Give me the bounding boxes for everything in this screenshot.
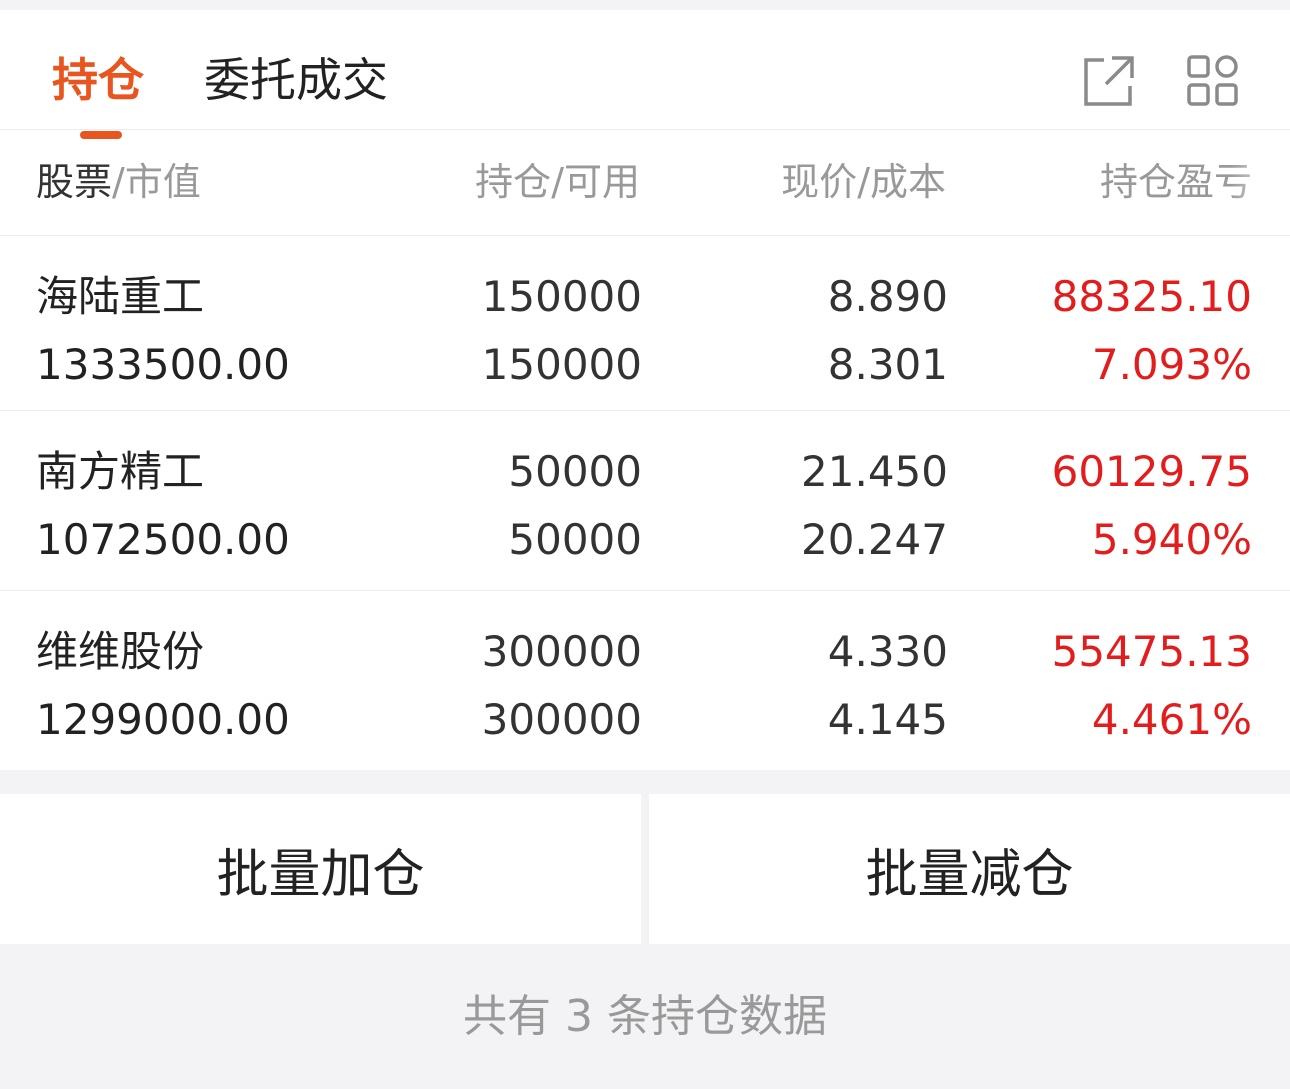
- market-value: 1072500.00: [36, 515, 290, 564]
- profit-loss-pct: 5.940%: [1091, 515, 1252, 564]
- column-price-sub: /成本: [857, 160, 946, 204]
- position-qty: 50000: [508, 447, 642, 496]
- current-price: 4.330: [827, 627, 948, 676]
- column-stock-sub: /市值: [112, 160, 201, 204]
- available-qty: 300000: [481, 695, 642, 744]
- top-strip: [0, 0, 1290, 10]
- column-position[interactable]: 持仓/可用: [475, 157, 640, 207]
- stock-name: 海陆重工: [36, 272, 205, 321]
- batch-add-button[interactable]: 批量加仓: [0, 794, 641, 944]
- profit-loss-pct: 4.461%: [1091, 695, 1252, 744]
- market-value: 1299000.00: [36, 695, 290, 744]
- available-qty: 150000: [481, 340, 642, 389]
- column-position-sub: /可用: [551, 160, 640, 204]
- profit-loss: 55475.13: [1051, 627, 1252, 676]
- available-qty: 50000: [508, 515, 642, 564]
- column-stock[interactable]: 股票/市值: [36, 157, 201, 207]
- holding-row[interactable]: 南方精工 1072500.00 50000 50000 21.450 20.24…: [0, 410, 1290, 590]
- column-header: 股票/市值 持仓/可用 现价/成本 持仓盈亏: [0, 130, 1290, 235]
- column-stock-label: 股票: [36, 160, 113, 204]
- market-value: 1333500.00: [36, 340, 290, 389]
- tab-holdings[interactable]: 持仓: [52, 50, 144, 110]
- column-price[interactable]: 现价/成本: [781, 157, 946, 207]
- current-price: 21.450: [801, 447, 948, 496]
- holding-row[interactable]: 维维股份 1299000.00 300000 300000 4.330 4.14…: [0, 590, 1290, 770]
- position-qty: 150000: [481, 272, 642, 321]
- batch-reduce-button[interactable]: 批量减仓: [649, 794, 1290, 944]
- cost-price: 20.247: [801, 515, 948, 564]
- holdings-table: 股票/市值 持仓/可用 现价/成本 持仓盈亏 海陆重工 1333500.00 1…: [0, 130, 1290, 770]
- export-icon[interactable]: [1082, 54, 1136, 108]
- current-price: 8.890: [827, 272, 948, 321]
- column-price-label: 现价: [781, 160, 858, 204]
- cost-price: 4.145: [827, 695, 948, 744]
- batch-actions: 批量加仓 批量减仓: [0, 794, 1290, 944]
- position-qty: 300000: [481, 627, 642, 676]
- header-fade: [1230, 130, 1290, 235]
- profit-loss-pct: 7.093%: [1091, 340, 1252, 389]
- profit-loss: 60129.75: [1051, 447, 1252, 496]
- tab-orders[interactable]: 委托成交: [204, 50, 388, 110]
- profit-loss: 88325.10: [1051, 272, 1252, 321]
- column-position-label: 持仓: [475, 160, 552, 204]
- grid-icon[interactable]: [1186, 54, 1240, 108]
- cost-price: 8.301: [827, 340, 948, 389]
- holding-row[interactable]: 海陆重工 1333500.00 150000 150000 8.890 8.30…: [0, 235, 1290, 410]
- header-tabs: 持仓 委托成交: [0, 10, 1290, 139]
- stock-name: 南方精工: [36, 447, 205, 496]
- holdings-count: 共有 3 条持仓数据: [0, 944, 1290, 1084]
- stock-name: 维维股份: [36, 627, 205, 676]
